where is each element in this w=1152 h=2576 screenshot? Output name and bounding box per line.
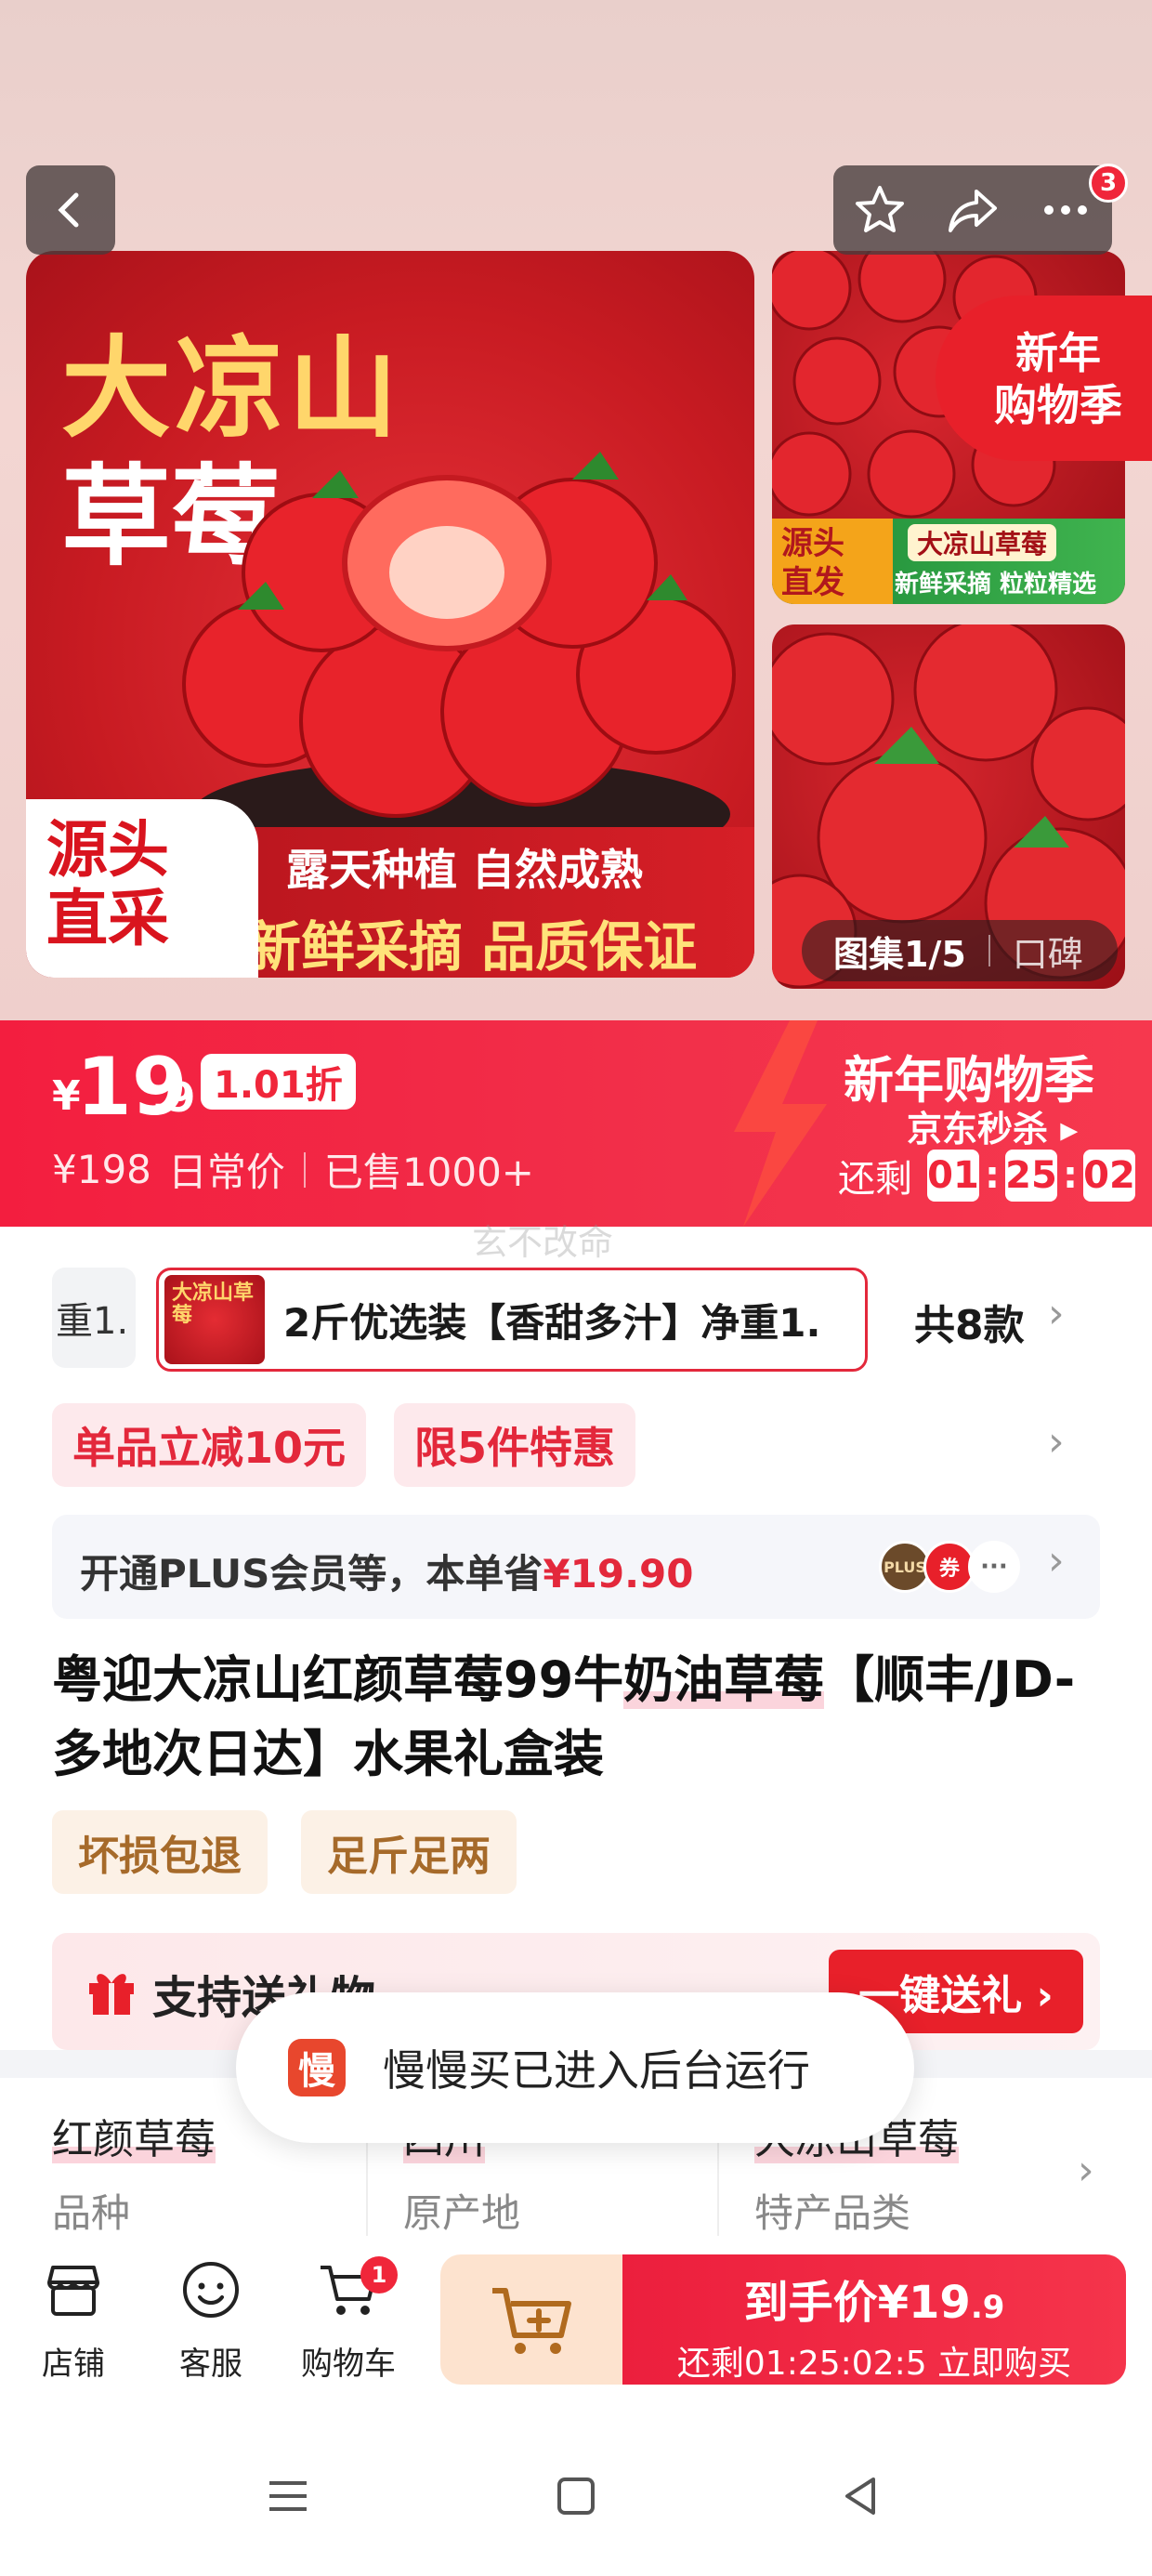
cart-badge: 1 (360, 2256, 398, 2293)
price-bar: ¥ 19 .9 1.01折 ¥198 日常价 已售1000+ 新年购物季 京东秒… (0, 1020, 1152, 1227)
product-title: 粤迎大凉山红颜草莓99牛奶油草莓【顺丰/JD-多地次日达】水果礼盒装 (52, 1643, 1102, 1792)
app-icon: 慢 (288, 2039, 346, 2096)
discount-badge: 1.01折 (201, 1054, 356, 1110)
square-icon (557, 2477, 595, 2515)
sub-divider (303, 1151, 306, 1188)
add-cart-icon (492, 2288, 571, 2354)
spec-origin-key: 原产地 (403, 2190, 521, 2236)
more-dots-icon (1044, 205, 1087, 215)
back-button[interactable] (26, 165, 115, 255)
source-label-text: 源头 直采 (46, 814, 169, 954)
plus-savings: ¥19.90 (543, 1551, 694, 1597)
countdown-minutes: 25 (1005, 1150, 1057, 1202)
buy-now-price: 到手价¥19.9 (622, 2266, 1126, 2331)
triangle-back-icon (845, 2477, 875, 2515)
price-subline: ¥198 日常价 已售1000+ (52, 1141, 534, 1198)
customer-service-label: 客服 (179, 2346, 242, 2383)
promo-tag-limit[interactable]: 限5件特惠 (394, 1403, 636, 1487)
plus-text-label: 开通PLUS会员等，本单省 (80, 1551, 543, 1597)
share-icon (949, 190, 997, 232)
flash-sale-link[interactable]: 京东秒杀 ▸ (907, 1100, 1078, 1151)
customer-service-button[interactable]: 客服 (151, 2256, 271, 2384)
band-line2: 新鲜采摘 品质保证 (247, 915, 698, 978)
chevron-right-icon[interactable]: › (1048, 1418, 1065, 1465)
buy-now-button[interactable]: 到手价¥19.9 还剩01:25:02:5 立即购买 (622, 2254, 1126, 2385)
buy-now-price-main: 到手价¥19 (743, 2277, 971, 2329)
promo-tag-discount[interactable]: 单品立减10元 (52, 1403, 367, 1487)
plus-text: 开通PLUS会员等，本单省¥19.90 (80, 1543, 693, 1599)
favorite-button[interactable] (843, 173, 917, 247)
chevron-right-icon: › (1048, 1537, 1065, 1584)
gallery-count: 图集1/5 (833, 933, 966, 975)
variant-thumbnail: 大凉山草莓 (164, 1275, 265, 1364)
buy-now-price-decimal: .9 (970, 2289, 1005, 2326)
watermark: 玄不改命 (472, 1222, 614, 1263)
strip-title: 大凉山草莓 (908, 524, 1057, 561)
strip-source: 源头 直发 (772, 519, 893, 604)
source-label: 源头 直采 (26, 799, 258, 978)
reviews-tab[interactable]: 口碑 (1013, 926, 1083, 977)
countdown-timer: 还剩 01 : 25 : 02 (838, 1149, 1141, 1203)
add-to-cart-button[interactable] (440, 2254, 622, 2385)
price-decimal: .9 (151, 1074, 196, 1122)
side-thumbnail-strip: 源头 直发 大凉山草莓 新鲜采摘 粒粒精选 (772, 519, 1125, 604)
countdown-hours: 01 (927, 1150, 979, 1202)
title-part1: 粤迎大凉山红颜草莓99牛 (52, 1650, 624, 1709)
new-year-tag: 新年 购物季 (936, 296, 1152, 461)
gallery-indicator[interactable]: 图集1/5 口碑 (802, 920, 1118, 981)
variant-selector: 重1. 大凉山草莓 2斤优选装【香甜多汁】净重1. 共8款 › (0, 1262, 1152, 1377)
band-line1: 露天种植 自然成熟 (286, 845, 644, 895)
service-tag-weight: 足斤足两 (301, 1810, 517, 1894)
more-benefits-icon: ··· (968, 1541, 1020, 1593)
customer-service-icon (183, 2262, 239, 2318)
menu-icon[interactable] (264, 2472, 312, 2533)
back-nav-icon[interactable] (836, 2472, 884, 2533)
variant-option-selected[interactable]: 大凉山草莓 2斤优选装【香甜多汁】净重1. (156, 1268, 868, 1372)
store-icon (47, 2266, 99, 2316)
sold-count: 已售1000+ (323, 1150, 534, 1195)
toast-text: 慢慢买已进入后台运行 (383, 2045, 810, 2096)
chevron-right-icon[interactable]: › (1078, 2147, 1094, 2194)
countdown-seconds: 02 (1083, 1150, 1135, 1202)
variant-label: 2斤优选装【香甜多汁】净重1. (283, 1299, 821, 1346)
variant-option-prev[interactable]: 重1. (52, 1268, 136, 1368)
chevron-left-icon (58, 192, 79, 228)
cart-label: 购物车 (301, 2346, 396, 2383)
spec-variety-value: 红颜草莓 (52, 2116, 216, 2163)
strip-slogan: 新鲜采摘 粒粒精选 (895, 571, 1097, 598)
home-icon[interactable] (552, 2472, 600, 2533)
message-badge: 3 (1089, 164, 1128, 203)
buy-now-countdown: 还剩01:25:02:5 立即购买 (676, 2345, 1072, 2383)
main-product-image[interactable]: 大凉山 草莓 露天种植 自然成熟 新鲜采摘 品质保证 源头 直采 (26, 251, 754, 978)
original-price: ¥198 (52, 1147, 151, 1192)
spec-category-key: 特产品类 (754, 2190, 911, 2236)
plus-icon-group: PLUS 券 ··· (879, 1541, 1020, 1593)
star-icon (856, 186, 904, 232)
menu-lines-icon (269, 2481, 307, 2511)
chevron-right-icon[interactable]: › (1048, 1290, 1065, 1337)
spec-variety-key: 品种 (52, 2190, 131, 2236)
plus-membership-row[interactable]: 开通PLUS会员等，本单省¥19.90 PLUS 券 ··· › (52, 1515, 1100, 1619)
share-button[interactable] (936, 173, 1010, 247)
original-price-label: 日常价 (167, 1150, 285, 1195)
gallery-separator (988, 935, 990, 966)
service-tag-return: 坏损包退 (52, 1810, 268, 1894)
top-action-group (833, 165, 1112, 255)
variant-count[interactable]: 共8款 (914, 1292, 1025, 1351)
countdown-label: 还剩 (838, 1158, 912, 1201)
gift-icon (89, 1974, 134, 2015)
store-button[interactable]: 店铺 (13, 2256, 134, 2384)
background-toast: 慢 慢慢买已进入后台运行 (236, 1992, 914, 2143)
store-label: 店铺 (42, 2346, 105, 2383)
lightning-bolt-icon (734, 1020, 827, 1227)
strawberry-bowl-illustration (182, 452, 736, 870)
system-navigation-bar (0, 2416, 1152, 2576)
title-highlight: 奶油草莓 (623, 1650, 825, 1709)
